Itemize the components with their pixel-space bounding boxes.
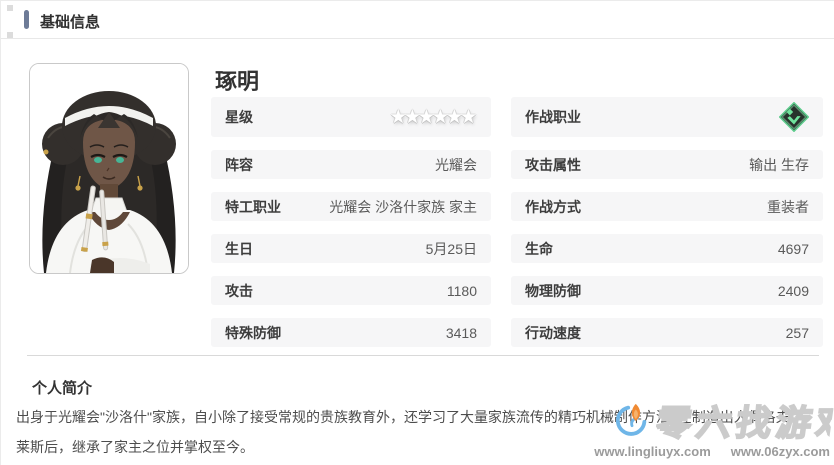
stat-label: 攻击属性 xyxy=(525,156,581,173)
stat-label: 特殊防御 xyxy=(225,324,281,341)
bio-line: 出身于光耀会"沙洛什"家族，自小除了接受常规的贵族教育外，还学习了大量家族流传的… xyxy=(16,409,790,425)
character-info-page: 基础信息 琢明 星级 ★★★★★★ 阵容 光耀会 特工职业 光耀会 沙洛什家族 … xyxy=(0,0,834,465)
stat-value: 重装者 xyxy=(767,198,809,215)
stat-value: 5月25日 xyxy=(425,240,477,257)
stat-label: 阵容 xyxy=(225,156,253,173)
stat-row: 行动速度 257 xyxy=(511,318,823,347)
stat-label: 作战方式 xyxy=(525,198,581,215)
bio-line: 莱斯后，继承了家主之位并掌权至今。 xyxy=(16,439,254,455)
stat-label: 星级 xyxy=(225,109,253,125)
stat-row: 特殊防御 3418 xyxy=(211,318,491,347)
bio-text: 出身于光耀会"沙洛什"家族，自小除了接受常规的贵族教育外，还学习了大量家族流传的… xyxy=(16,402,822,462)
stat-value: 光耀会 xyxy=(435,156,477,173)
stat-value: 输出 生存 xyxy=(749,156,809,173)
character-portrait xyxy=(29,63,189,274)
portrait-illustration xyxy=(30,64,188,273)
stat-row: 作战方式 重装者 xyxy=(511,192,823,221)
stat-row: 特工职业 光耀会 沙洛什家族 家主 xyxy=(211,192,491,221)
stat-label: 行动速度 xyxy=(525,324,581,341)
stat-row: 生命 4697 xyxy=(511,234,823,263)
stat-label: 生命 xyxy=(525,240,553,257)
section-header: 基础信息 xyxy=(1,1,834,39)
stat-row: 物理防御 2409 xyxy=(511,276,823,305)
star-rating: ★★★★★★ xyxy=(389,106,477,128)
section-divider xyxy=(27,355,819,356)
stat-value: 光耀会 沙洛什家族 家主 xyxy=(329,198,477,215)
stat-value: 3418 xyxy=(445,324,477,341)
defender-class-icon xyxy=(779,102,809,132)
defender-class-icon xyxy=(779,102,809,132)
character-name: 琢明 xyxy=(215,69,260,94)
stat-row: 作战职业 xyxy=(511,97,823,137)
stat-row: 攻击属性 输出 生存 xyxy=(511,150,823,179)
stat-row: 星级 ★★★★★★ xyxy=(211,97,491,137)
stat-label: 物理防御 xyxy=(525,282,581,299)
stat-label: 特工职业 xyxy=(225,198,281,215)
stats-column-right: 作战职业 攻击属性 输出 生存作战方式 重装者生命 4697 物理防御 2409 行动速度 2… xyxy=(511,97,823,347)
stat-row: 阵容 光耀会 xyxy=(211,150,491,179)
stat-label: 作战职业 xyxy=(525,109,581,125)
stat-value: 2409 xyxy=(777,282,809,299)
stat-value: 257 xyxy=(785,324,809,341)
stat-row: 生日 5月25日 xyxy=(211,234,491,263)
bio-title: 个人简介 xyxy=(32,380,93,397)
section-title: 基础信息 xyxy=(40,14,101,31)
stat-value: 1180 xyxy=(446,282,477,299)
edge-square-top xyxy=(7,5,13,11)
stat-label: 生日 xyxy=(225,240,253,257)
accent-bar xyxy=(24,10,29,29)
stat-label: 攻击 xyxy=(225,282,253,299)
stats-column-left: 星级 ★★★★★★ 阵容 光耀会特工职业 光耀会 沙洛什家族 家主生日 5月25日攻击 11… xyxy=(211,97,491,347)
edge-square-bottom xyxy=(7,32,13,38)
stat-value: 4697 xyxy=(777,240,809,257)
stat-row: 攻击 1180 xyxy=(211,276,491,305)
